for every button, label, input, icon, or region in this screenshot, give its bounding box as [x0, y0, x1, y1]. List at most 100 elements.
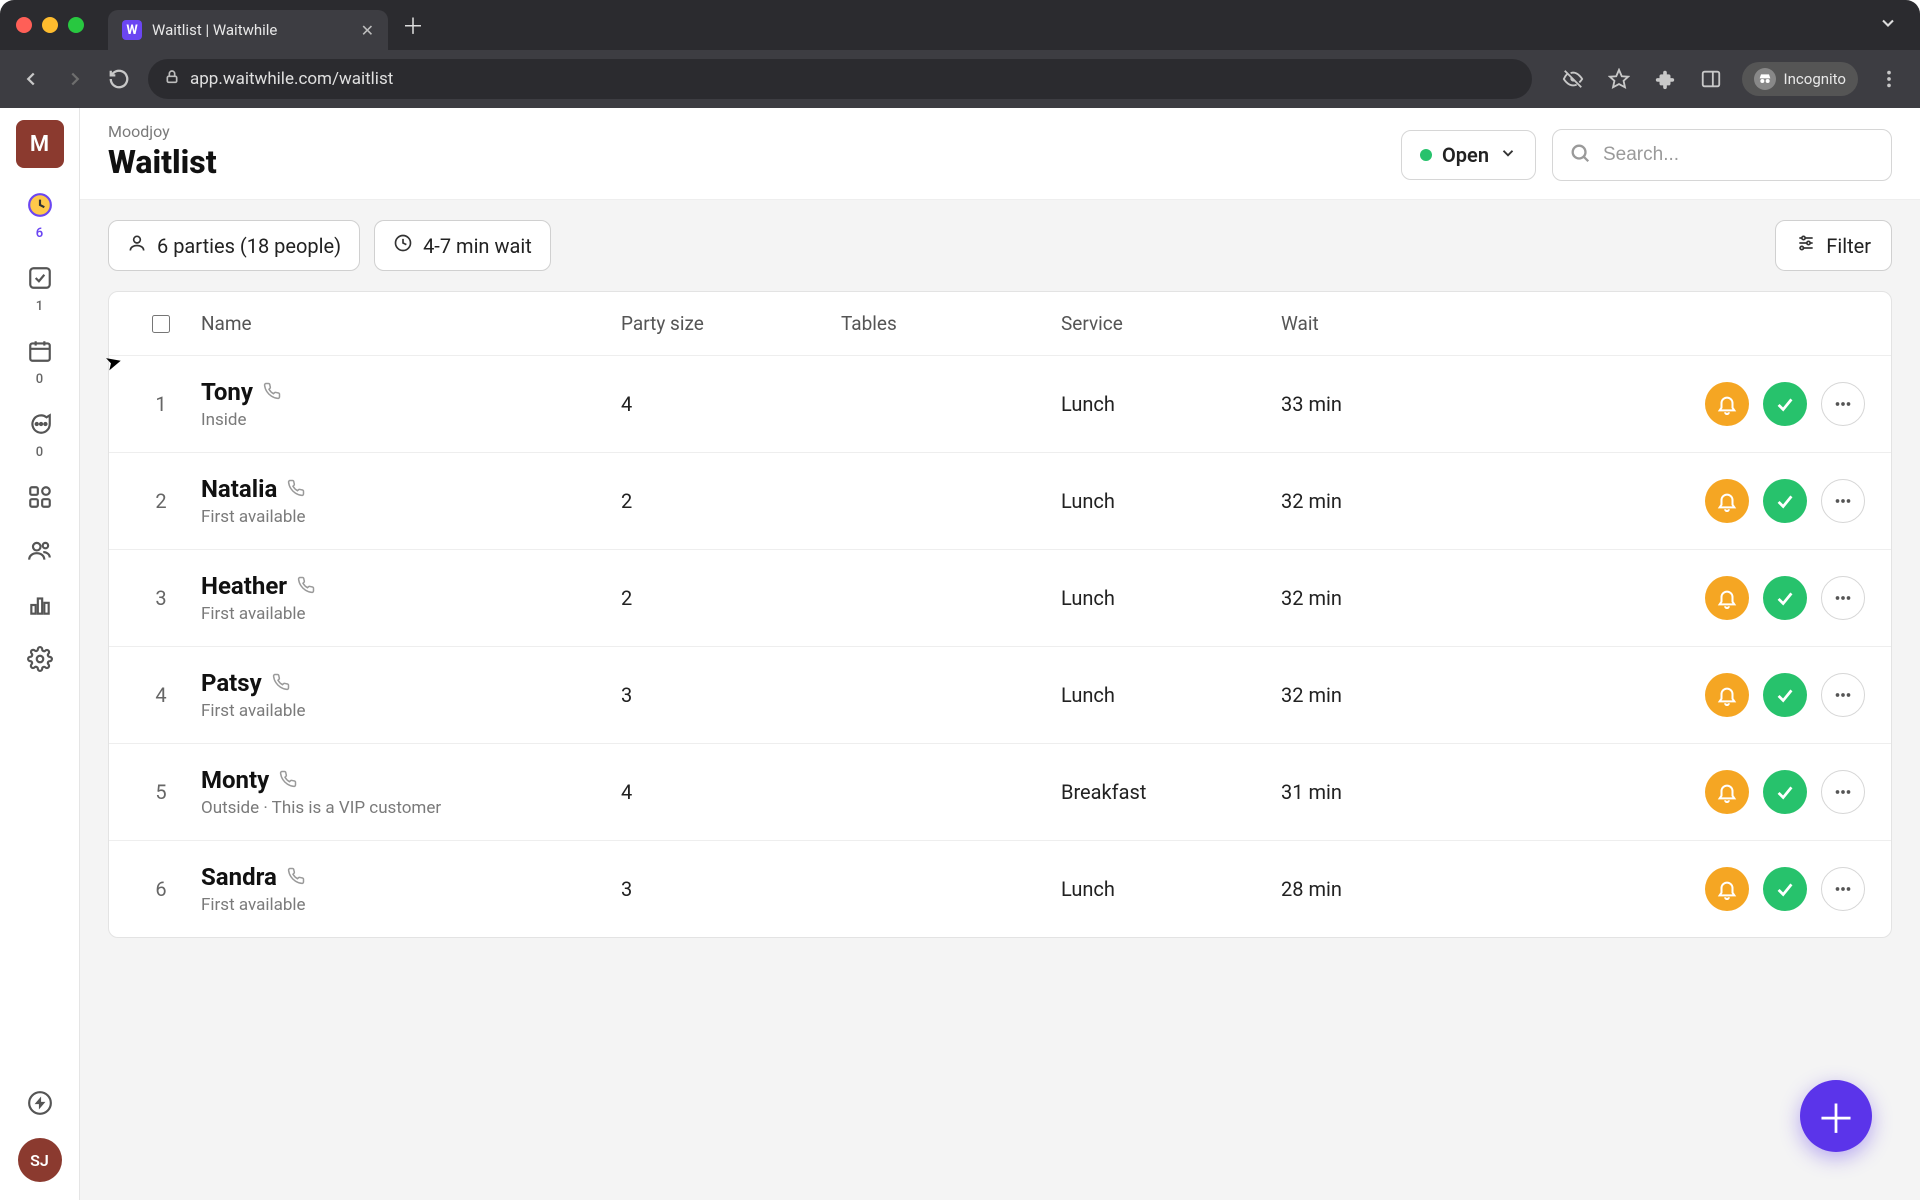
kebab-menu-icon[interactable]: [1874, 64, 1904, 94]
phone-icon: [287, 863, 305, 891]
notify-button[interactable]: [1705, 867, 1749, 911]
sidebar: M 6 1 0 0: [0, 108, 80, 1200]
tabs-overflow-icon[interactable]: [1878, 13, 1898, 37]
row-name: Heather: [201, 572, 621, 600]
sidebar-item-waitlist[interactable]: 6: [27, 192, 53, 241]
seat-button[interactable]: [1763, 770, 1807, 814]
col-wait[interactable]: Wait: [1281, 312, 1541, 335]
breadcrumb[interactable]: Moodjoy: [108, 122, 217, 141]
seat-button[interactable]: [1763, 479, 1807, 523]
tab-close-icon[interactable]: ✕: [361, 21, 374, 40]
table-row[interactable]: 3Heather First available2Lunch32 min: [109, 550, 1891, 647]
sidebar-item-done[interactable]: 1: [27, 265, 53, 314]
main: Moodjoy Waitlist Open ➤: [80, 108, 1920, 1200]
row-service: Lunch: [1061, 586, 1281, 610]
table-row[interactable]: 6Sandra First available3Lunch28 min: [109, 841, 1891, 937]
sidebar-badge: 6: [36, 226, 43, 241]
browser-tab[interactable]: W Waitlist | Waitwhile ✕: [108, 10, 388, 50]
row-sub: First available: [201, 507, 621, 527]
add-party-fab[interactable]: ＋: [1800, 1080, 1872, 1152]
sidebar-item-messages[interactable]: 0: [27, 411, 53, 460]
row-number: 5: [121, 780, 201, 804]
status-label: Open: [1442, 143, 1489, 167]
parties-chip[interactable]: 6 parties (18 people): [108, 220, 360, 271]
user-avatar[interactable]: SJ: [18, 1138, 62, 1182]
zap-icon: [27, 1090, 53, 1120]
window-minimize-icon[interactable]: [42, 17, 58, 33]
new-tab-button[interactable]: ＋: [402, 9, 424, 41]
row-party: 2: [621, 586, 841, 610]
status-select[interactable]: Open: [1401, 130, 1536, 180]
nav-back-button[interactable]: [16, 64, 46, 94]
table-row[interactable]: 2Natalia First available2Lunch32 min: [109, 453, 1891, 550]
grid-icon: [27, 484, 53, 514]
row-sub: Outside · This is a VIP customer: [201, 798, 621, 818]
row-wait: 32 min: [1281, 683, 1541, 707]
sidebar-item-people[interactable]: [27, 538, 53, 568]
notify-button[interactable]: [1705, 770, 1749, 814]
row-sub: First available: [201, 604, 621, 624]
notify-button[interactable]: [1705, 576, 1749, 620]
table-row[interactable]: 5Monty Outside · This is a VIP customer4…: [109, 744, 1891, 841]
more-button[interactable]: [1821, 576, 1865, 620]
window-close-icon[interactable]: [16, 17, 32, 33]
eye-off-icon[interactable]: [1558, 64, 1588, 94]
row-wait: 28 min: [1281, 877, 1541, 901]
notify-button[interactable]: [1705, 673, 1749, 717]
nav-reload-button[interactable]: [104, 64, 134, 94]
page-title: Waitlist: [108, 143, 217, 181]
seat-button[interactable]: [1763, 382, 1807, 426]
row-service: Lunch: [1061, 392, 1281, 416]
more-button[interactable]: [1821, 770, 1865, 814]
col-party[interactable]: Party size: [621, 312, 841, 335]
more-button[interactable]: [1821, 382, 1865, 426]
summary-bar: 6 parties (18 people) 4-7 min wait Filte…: [80, 200, 1920, 291]
table-row[interactable]: 1Tony Inside4Lunch33 min: [109, 356, 1891, 453]
sidebar-item-settings[interactable]: [27, 646, 53, 676]
chevron-down-icon: [1499, 143, 1517, 167]
more-button[interactable]: [1821, 479, 1865, 523]
select-all-checkbox[interactable]: [152, 315, 170, 333]
url-box[interactable]: app.waitwhile.com/waitlist: [148, 59, 1532, 99]
row-service: Lunch: [1061, 683, 1281, 707]
table-row[interactable]: 4Patsy First available3Lunch32 min: [109, 647, 1891, 744]
sidebar-item-calendar[interactable]: 0: [27, 338, 53, 387]
status-dot-icon: [1420, 149, 1432, 161]
row-sub: Inside: [201, 410, 621, 430]
seat-button[interactable]: [1763, 673, 1807, 717]
row-sub: First available: [201, 895, 621, 915]
phone-icon: [272, 669, 290, 697]
sidebar-badge: 1: [36, 299, 43, 314]
workspace-logo[interactable]: M: [16, 120, 64, 168]
search-box[interactable]: [1552, 129, 1892, 181]
extensions-icon[interactable]: [1650, 64, 1680, 94]
window-zoom-icon[interactable]: [68, 17, 84, 33]
sidebar-item-zap[interactable]: [27, 1090, 53, 1120]
search-input[interactable]: [1603, 144, 1875, 166]
sidebar-item-stats[interactable]: [27, 592, 53, 622]
col-tables[interactable]: Tables: [841, 312, 1061, 335]
row-service: Lunch: [1061, 877, 1281, 901]
star-icon[interactable]: [1604, 64, 1634, 94]
panel-icon[interactable]: [1696, 64, 1726, 94]
filter-button[interactable]: Filter: [1775, 220, 1892, 271]
seat-button[interactable]: [1763, 867, 1807, 911]
notify-button[interactable]: [1705, 479, 1749, 523]
wait-chip[interactable]: 4-7 min wait: [374, 220, 551, 271]
seat-button[interactable]: [1763, 576, 1807, 620]
more-button[interactable]: [1821, 673, 1865, 717]
incognito-chip[interactable]: Incognito: [1742, 62, 1858, 96]
row-wait: 31 min: [1281, 780, 1541, 804]
sidebar-item-apps[interactable]: [27, 484, 53, 514]
col-service[interactable]: Service: [1061, 312, 1281, 335]
notify-button[interactable]: [1705, 382, 1749, 426]
phone-icon: [263, 378, 281, 406]
more-button[interactable]: [1821, 867, 1865, 911]
wait-label: 4-7 min wait: [423, 234, 532, 258]
col-name[interactable]: Name: [201, 312, 621, 335]
row-service: Lunch: [1061, 489, 1281, 513]
window-controls[interactable]: [16, 17, 84, 33]
phone-icon: [279, 766, 297, 794]
nav-forward-button[interactable]: [60, 64, 90, 94]
row-name: Sandra: [201, 863, 621, 891]
